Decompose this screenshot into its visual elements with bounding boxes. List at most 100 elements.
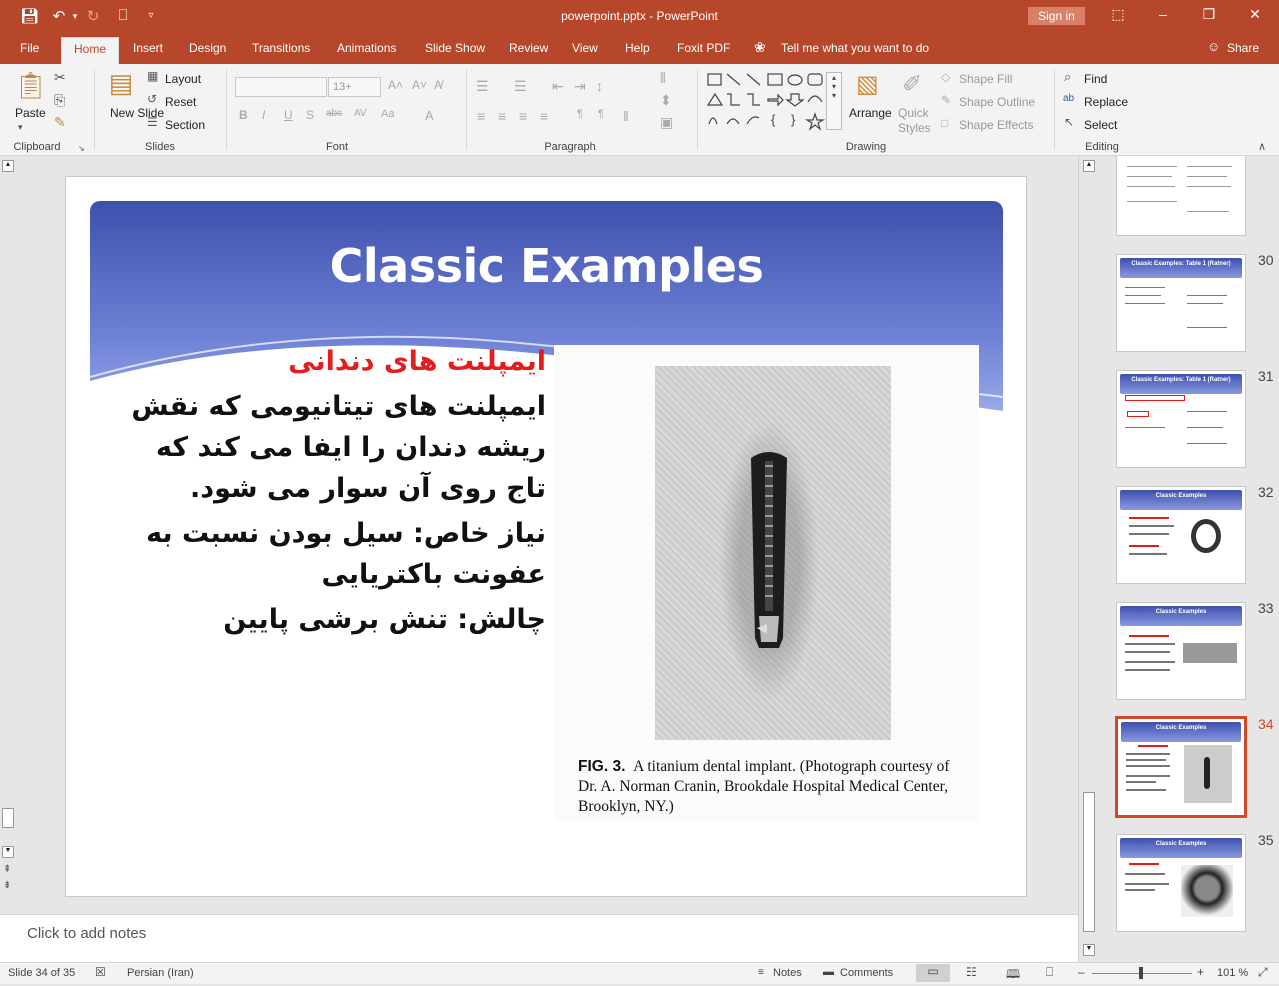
tab-home[interactable]: Home — [61, 37, 120, 64]
find-button[interactable]: Find — [1084, 72, 1107, 86]
font-color-icon[interactable]: A — [425, 108, 434, 123]
tab-slide-show[interactable]: Slide Show — [425, 41, 485, 55]
font-name-box[interactable] — [235, 77, 327, 97]
shape-fill-button[interactable]: Shape Fill — [959, 72, 1012, 86]
format-painter-icon[interactable]: ✎ — [54, 114, 66, 131]
reading-view-icon[interactable]: 🕮︎ — [1006, 965, 1020, 986]
shadow-icon[interactable]: S — [306, 108, 314, 122]
comments-button[interactable]: Comments — [840, 967, 893, 979]
quick-styles-button[interactable]: Quick Styles — [898, 106, 934, 136]
shape-effects-button[interactable]: Shape Effects — [959, 118, 1034, 132]
slide-thumbnail[interactable]: Classic Examples — [1116, 486, 1246, 584]
line-spacing-icon[interactable]: ↕ — [596, 78, 603, 94]
fit-to-window-icon[interactable]: ⤢ — [1258, 965, 1268, 980]
character-spacing-icon[interactable]: AV — [354, 108, 367, 119]
font-size-box[interactable]: 13+ — [328, 77, 381, 97]
paste-button[interactable]: Paste — [15, 106, 46, 120]
copy-icon[interactable]: ⎘ — [54, 92, 65, 109]
tab-foxit-pdf[interactable]: Foxit PDF — [677, 41, 730, 55]
slide-title[interactable]: Classic Examples — [90, 239, 1003, 293]
increase-font-icon[interactable]: A˄ — [388, 78, 403, 92]
paste-icon[interactable]: 📋︎ — [14, 70, 47, 101]
slide-canvas[interactable]: Classic Examples *ایمپلنت های دندانی *ای… — [65, 176, 1027, 897]
tab-review[interactable]: Review — [509, 41, 548, 55]
notes-button[interactable]: Notes — [773, 967, 802, 979]
select-button[interactable]: Select — [1084, 118, 1117, 132]
ribbon-display-options-icon[interactable]: ⬚ — [1108, 6, 1128, 23]
layout-button[interactable]: Layout — [165, 72, 201, 86]
rtl-icon[interactable]: ¶ — [598, 108, 604, 120]
align-left-icon[interactable]: ≡ — [477, 108, 485, 124]
thumbs-scroll-thumb[interactable] — [1083, 792, 1095, 932]
shapes-gallery[interactable]: {} — [705, 72, 845, 132]
tab-transitions[interactable]: Transitions — [252, 41, 310, 55]
tab-view[interactable]: View — [572, 41, 598, 55]
language-indicator[interactable]: Persian (Iran) — [127, 967, 194, 979]
new-slide-icon[interactable]: ▤ — [106, 68, 136, 99]
decrease-font-icon[interactable]: A˅ — [412, 78, 427, 92]
figure-image[interactable]: FIG. 3. A titanium dental implant. (Phot… — [554, 345, 979, 821]
share-button[interactable]: Share — [1227, 41, 1259, 55]
change-case-icon[interactable]: Aa — [381, 108, 394, 120]
sign-in-button[interactable]: Sign in — [1028, 7, 1085, 25]
increase-indent-icon[interactable]: ⇥ — [574, 78, 586, 95]
minimize-icon[interactable]: – — [1153, 6, 1173, 22]
quick-styles-icon[interactable]: ✐ — [902, 70, 922, 99]
restore-icon[interactable]: ❐ — [1199, 6, 1219, 23]
shape-outline-button[interactable]: Shape Outline — [959, 95, 1035, 109]
reset-button[interactable]: Reset — [165, 95, 196, 109]
editor-scrollbar[interactable]: ▲ ▼ ⇞ ⇟ — [0, 156, 16, 914]
ltr-icon[interactable]: ¶ — [577, 108, 583, 120]
align-center-icon[interactable]: ≡ — [498, 108, 506, 124]
bullet-list[interactable]: *ایمپلنت های دندانی *ایمپلنت های تیتانیو… — [126, 341, 582, 644]
zoom-slider-thumb[interactable] — [1139, 967, 1143, 979]
columns-icon[interactable]: ‖ — [623, 108, 629, 124]
shapes-gallery-scroll[interactable]: ▴ ▾ ▾ — [826, 72, 842, 130]
slide-thumbnail[interactable]: Classic Examples: Table 1 (Ratner) — [1116, 254, 1246, 352]
collapse-ribbon-icon[interactable]: ∧ — [1258, 140, 1266, 153]
next-slide-icon[interactable]: ⇟ — [3, 880, 11, 891]
section-button[interactable]: Section — [165, 118, 205, 132]
tab-design[interactable]: Design — [189, 41, 226, 55]
thumbs-scroll-down-icon[interactable]: ▼ — [1083, 944, 1095, 956]
bold-icon[interactable]: B — [239, 108, 248, 122]
tab-file[interactable]: File — [20, 41, 39, 55]
tab-animations[interactable]: Animations — [337, 41, 396, 55]
numbering-icon[interactable]: ☰ — [514, 78, 527, 95]
tab-insert[interactable]: Insert — [133, 41, 163, 55]
italic-icon[interactable]: I — [262, 108, 265, 122]
clear-formatting-icon[interactable]: A̸ — [434, 78, 442, 92]
align-right-icon[interactable]: ≡ — [519, 108, 527, 124]
smartart-icon[interactable]: ▣ — [660, 114, 673, 131]
paste-dropdown-icon[interactable]: ▾ — [18, 122, 23, 133]
slide-thumbnail[interactable]: Classic Examples — [1116, 602, 1246, 700]
spell-check-icon[interactable]: ☒ — [95, 965, 106, 979]
align-text-icon[interactable]: ⬍ — [660, 92, 672, 109]
underline-icon[interactable]: U — [284, 108, 293, 122]
previous-slide-icon[interactable]: ⇞ — [3, 864, 11, 875]
normal-view-icon[interactable]: ▭ — [916, 964, 950, 982]
tab-help[interactable]: Help — [625, 41, 650, 55]
scroll-up-icon[interactable]: ▲ — [2, 160, 14, 172]
notes-pane[interactable]: Click to add notes — [0, 914, 1078, 962]
clipboard-launcher-icon[interactable]: ↘ — [78, 144, 85, 153]
slide-sorter-icon[interactable]: ☷ — [966, 965, 977, 979]
scroll-down-icon[interactable]: ▼ — [2, 846, 14, 858]
zoom-in-icon[interactable]: + — [1197, 965, 1204, 979]
slide-thumbnail-selected[interactable]: Classic Examples — [1115, 716, 1247, 818]
text-direction-icon[interactable]: ⫴ — [660, 70, 666, 87]
close-icon[interactable]: ✕ — [1245, 6, 1265, 23]
justify-icon[interactable]: ≡ — [540, 108, 548, 124]
tell-me-search[interactable]: Tell me what you want to do — [781, 41, 929, 55]
cut-icon[interactable]: ✂ — [54, 69, 66, 86]
thumbs-scroll-up-icon[interactable]: ▲ — [1083, 160, 1095, 172]
zoom-out-icon[interactable]: – — [1078, 965, 1085, 979]
zoom-level[interactable]: 101 % — [1217, 967, 1248, 979]
arrange-icon[interactable]: ▧ — [856, 70, 879, 99]
slide-thumbnail[interactable]: Classic Examples: Table 1 (Ratner) — [1116, 370, 1246, 468]
slide-thumbnail[interactable] — [1116, 156, 1246, 236]
arrange-button[interactable]: Arrange — [849, 106, 892, 120]
slide-thumbnail[interactable]: Classic Examples — [1116, 834, 1246, 932]
replace-button[interactable]: Replace — [1084, 95, 1128, 109]
slide-show-icon[interactable]: ⎕ — [1046, 965, 1053, 980]
